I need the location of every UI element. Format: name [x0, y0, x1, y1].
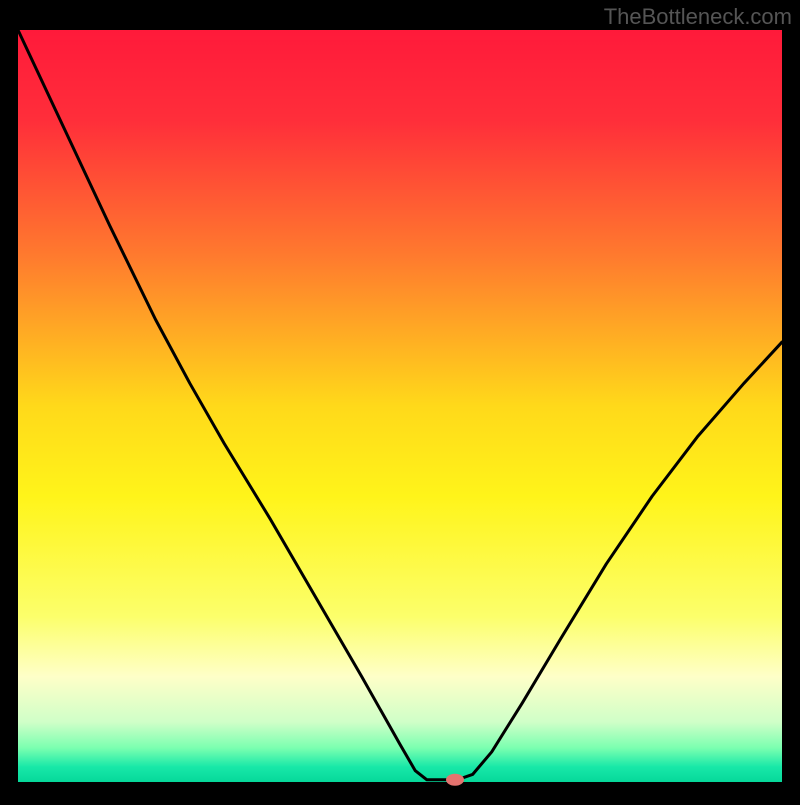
chart-svg — [0, 0, 800, 800]
plot-background — [18, 30, 782, 782]
watermark-text: TheBottleneck.com — [604, 4, 792, 30]
optimal-marker — [446, 774, 464, 786]
bottleneck-chart: TheBottleneck.com — [0, 0, 800, 800]
